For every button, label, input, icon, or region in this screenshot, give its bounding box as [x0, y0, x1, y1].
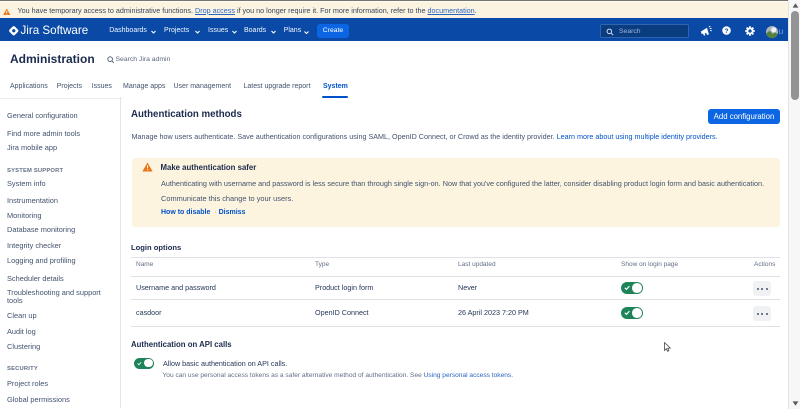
svg-text:?: ? — [725, 28, 729, 35]
